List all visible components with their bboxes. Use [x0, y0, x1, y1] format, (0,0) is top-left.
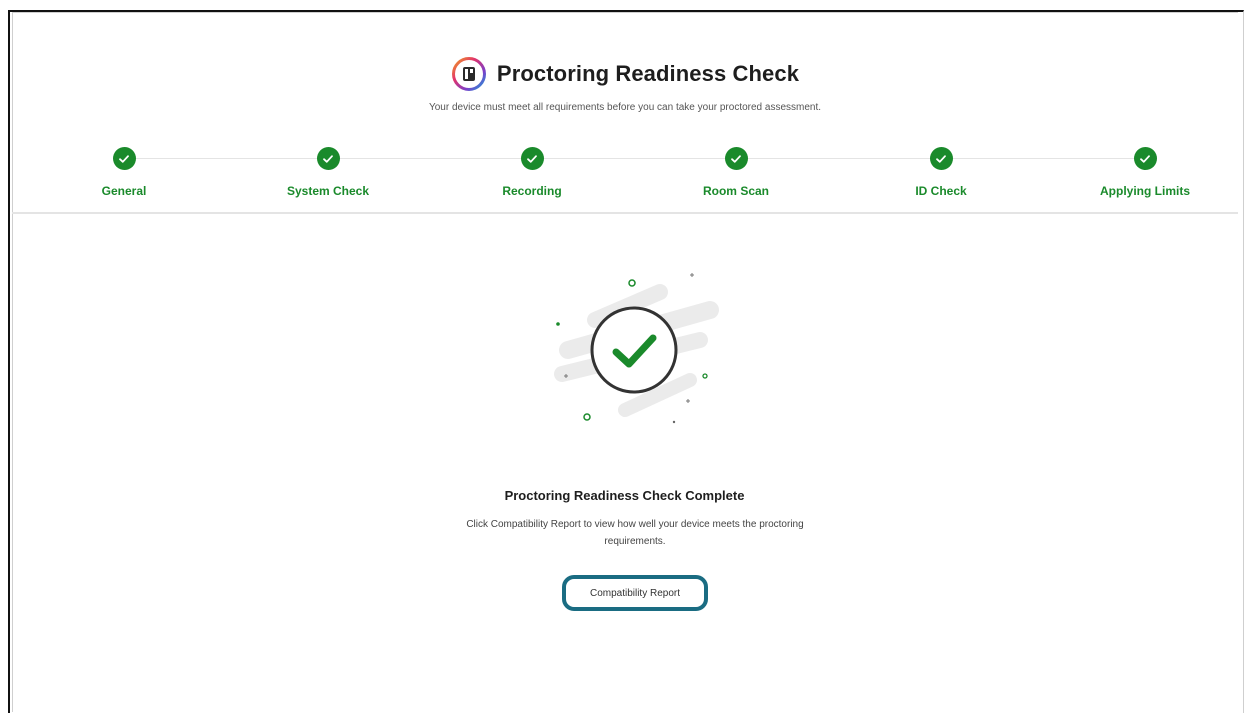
step-label: General [101, 184, 147, 198]
step-general: General [54, 136, 194, 198]
step-room-scan: Room Scan [666, 136, 806, 198]
completion-title: Proctoring Readiness Check Complete [504, 488, 745, 503]
step-label: Recording [502, 184, 562, 198]
header: Proctoring Readiness Check Your device m… [12, 12, 1238, 214]
check-circle-icon [520, 147, 544, 170]
step-label: System Check [286, 184, 370, 198]
progress-stepper: General System Check Recording Room Scan [12, 136, 1238, 206]
check-circle-icon [112, 147, 136, 170]
step-id-check: ID Check [871, 136, 1011, 198]
title-row: Proctoring Readiness Check [12, 54, 1238, 94]
check-circle-icon [724, 147, 748, 170]
check-circle-icon [316, 147, 340, 170]
step-applying-limits: Applying Limits [1075, 136, 1215, 198]
step-recording: Recording [462, 136, 602, 198]
step-label: ID Check [915, 184, 967, 198]
proctoring-logo-icon [451, 57, 486, 91]
page-title: Proctoring Readiness Check [496, 61, 800, 86]
step-system-check: System Check [258, 136, 398, 198]
step-label: Applying Limits [1100, 184, 1190, 198]
large-check-icon [554, 273, 719, 424]
compatibility-report-button[interactable]: Compatibility Report [562, 575, 708, 611]
step-label: Room Scan [702, 184, 769, 198]
check-circle-icon [1133, 147, 1157, 170]
completion-description: Click Compatibility Report to view how w… [466, 519, 804, 547]
check-circle-icon [929, 147, 953, 170]
page-subtitle: Your device must meet all requirements b… [428, 102, 822, 113]
